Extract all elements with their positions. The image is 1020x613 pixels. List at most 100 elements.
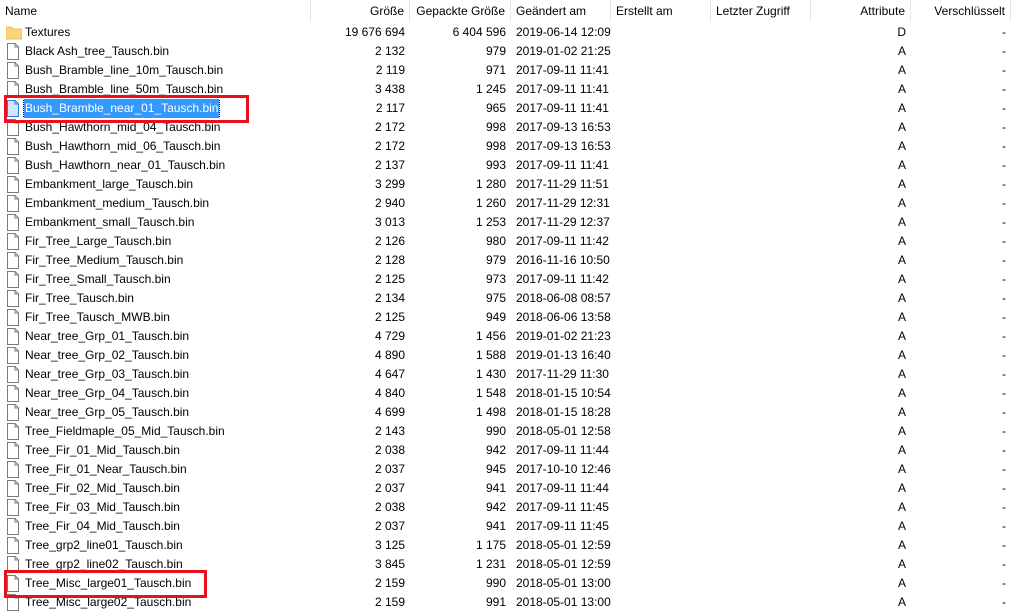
name-cell[interactable]: Fir_Tree_Small_Tausch.bin — [6, 270, 306, 289]
packed-size-cell: 942 — [485, 500, 506, 514]
name-cell[interactable]: Fir_Tree_Large_Tausch.bin — [6, 232, 306, 251]
name-cell[interactable]: Textures — [6, 23, 306, 42]
name-cell[interactable]: Black Ash_tree_Tausch.bin — [6, 42, 306, 61]
file-row[interactable]: Near_tree_Grp_01_Tausch.bin 4 729 1 456 201… — [0, 327, 1020, 346]
modified-cell: 2017-11-29 12:31 — [516, 196, 610, 210]
name-cell[interactable]: Tree_Fir_02_Mid_Tausch.bin — [6, 479, 306, 498]
file-row[interactable]: Bush_Hawthorn_near_01_Tausch.bin 2 137 993… — [0, 156, 1020, 175]
column-header-packed-size[interactable]: Gepackte Größe — [410, 0, 511, 22]
encrypted-cell: - — [1002, 101, 1006, 115]
last-access-cell — [711, 422, 811, 441]
file-row[interactable]: Embankment_large_Tausch.bin 3 299 1 280 201… — [0, 175, 1020, 194]
name-cell[interactable]: Bush_Hawthorn_mid_04_Tausch.bin — [6, 118, 306, 137]
name-cell[interactable]: Near_tree_Grp_05_Tausch.bin — [6, 403, 306, 422]
file-row[interactable]: Fir_Tree_Small_Tausch.bin 2 125 973 2017-09… — [0, 270, 1020, 289]
file-row[interactable]: Tree_Fir_01_Mid_Tausch.bin 2 038 942 2017-0… — [0, 441, 1020, 460]
column-header-attributes[interactable]: Attribute — [811, 0, 911, 22]
name-cell[interactable]: Near_tree_Grp_03_Tausch.bin — [6, 365, 306, 384]
packed-size-cell: 975 — [485, 291, 506, 305]
name-cell[interactable]: Fir_Tree_Tausch.bin — [6, 289, 306, 308]
attributes-cell: A — [897, 519, 906, 533]
packed-size-cell: 1 253 — [475, 215, 506, 229]
name-cell[interactable]: Fir_Tree_Tausch_MWB.bin — [6, 308, 306, 327]
size-cell: 2 137 — [374, 158, 405, 172]
column-header-last-access[interactable]: Letzter Zugriff — [711, 0, 811, 22]
file-row[interactable]: Near_tree_Grp_04_Tausch.bin 4 840 1 548 201… — [0, 384, 1020, 403]
file-row[interactable]: Tree_Fieldmaple_05_Mid_Tausch.bin 2 143 99… — [0, 422, 1020, 441]
file-row[interactable]: Bush_Bramble_line_50m_Tausch.bin 3 438 1 2… — [0, 80, 1020, 99]
file-row[interactable]: Near_tree_Grp_05_Tausch.bin 4 699 1 498 201… — [0, 403, 1020, 422]
file-row[interactable]: Tree_Fir_03_Mid_Tausch.bin 2 038 942 2017-0… — [0, 498, 1020, 517]
name-cell[interactable]: Tree_Misc_large01_Tausch.bin — [6, 574, 306, 593]
name-cell[interactable]: Tree_Fir_01_Near_Tausch.bin — [6, 460, 306, 479]
name-cell[interactable]: Bush_Hawthorn_near_01_Tausch.bin — [6, 156, 306, 175]
name-cell[interactable]: Near_tree_Grp_02_Tausch.bin — [6, 346, 306, 365]
modified-cell: 2018-01-15 10:54 — [516, 386, 611, 400]
name-cell[interactable]: Bush_Bramble_line_50m_Tausch.bin — [6, 80, 306, 99]
created-cell — [611, 270, 711, 289]
size-cell: 2 038 — [374, 500, 405, 514]
name-cell[interactable]: Near_tree_Grp_01_Tausch.bin — [6, 327, 306, 346]
modified-cell: 2017-09-11 11:41 — [516, 158, 609, 172]
attributes-cell: A — [897, 576, 906, 590]
file-row[interactable]: Bush_Hawthorn_mid_04_Tausch.bin 2 172 998 2… — [0, 118, 1020, 137]
size-cell: 2 125 — [374, 310, 405, 324]
name-cell[interactable]: Tree_Fir_03_Mid_Tausch.bin — [6, 498, 306, 517]
file-row[interactable]: Bush_Bramble_near_01_Tausch.bin 2 117 965 2… — [0, 99, 1020, 118]
packed-size-cell: 1 231 — [475, 557, 506, 571]
name-cell[interactable]: Near_tree_Grp_04_Tausch.bin — [6, 384, 306, 403]
file-row[interactable]: Embankment_medium_Tausch.bin 2 940 1 260 20… — [0, 194, 1020, 213]
name-cell[interactable]: Tree_Misc_large02_Tausch.bin — [6, 593, 306, 612]
created-cell — [611, 365, 711, 384]
size-cell: 2 132 — [374, 44, 405, 58]
file-row[interactable]: Tree_Fir_01_Near_Tausch.bin 2 037 945 2017-… — [0, 460, 1020, 479]
file-row[interactable]: Embankment_small_Tausch.bin 3 013 1 253 201… — [0, 213, 1020, 232]
name-cell[interactable]: Bush_Bramble_line_10m_Tausch.bin — [6, 61, 306, 80]
name-cell[interactable]: Embankment_small_Tausch.bin — [6, 213, 306, 232]
file-row[interactable]: Fir_Tree_Large_Tausch.bin 2 126 980 2017-09… — [0, 232, 1020, 251]
name-cell[interactable]: Tree_grp2_line01_Tausch.bin — [6, 536, 306, 555]
name-cell[interactable]: Embankment_medium_Tausch.bin — [6, 194, 306, 213]
name-cell[interactable]: Tree_Fir_01_Mid_Tausch.bin — [6, 441, 306, 460]
name-cell[interactable]: Tree_grp2_line02_Tausch.bin — [6, 555, 306, 574]
file-row[interactable]: Fir_Tree_Medium_Tausch.bin 2 128 979 2016-1… — [0, 251, 1020, 270]
column-header-encrypted[interactable]: Verschlüsselt — [911, 0, 1011, 22]
packed-size-cell: 941 — [485, 481, 506, 495]
name-cell[interactable]: Tree_Fieldmaple_05_Mid_Tausch.bin — [6, 422, 306, 441]
column-header-modified[interactable]: Geändert am — [511, 0, 611, 22]
name-cell[interactable]: Embankment_large_Tausch.bin — [6, 175, 306, 194]
file-row[interactable]: Black Ash_tree_Tausch.bin 2 132 979 2019-01… — [0, 42, 1020, 61]
name-cell[interactable]: Bush_Hawthorn_mid_06_Tausch.bin — [6, 137, 306, 156]
file-row[interactable]: Tree_grp2_line01_Tausch.bin 3 125 1 175 201… — [0, 536, 1020, 555]
encrypted-cell: - — [1002, 500, 1006, 514]
created-cell — [611, 498, 711, 517]
created-cell — [611, 42, 711, 61]
column-header-size[interactable]: Größe — [311, 0, 410, 22]
size-cell: 2 037 — [374, 481, 405, 495]
file-row[interactable]: Near_tree_Grp_03_Tausch.bin 4 647 1 430 201… — [0, 365, 1020, 384]
column-header-name[interactable]: Name — [0, 0, 311, 22]
file-row[interactable]: Tree_Misc_large01_Tausch.bin 2 159 990 2018… — [0, 574, 1020, 593]
last-access-cell — [711, 365, 811, 384]
file-row[interactable]: Tree_Fir_04_Mid_Tausch.bin 2 037 941 2017-0… — [0, 517, 1020, 536]
file-row[interactable]: Bush_Hawthorn_mid_06_Tausch.bin 2 172 998 2… — [0, 137, 1020, 156]
file-row[interactable]: Fir_Tree_Tausch_MWB.bin 2 125 949 2018-06-0… — [0, 308, 1020, 327]
file-name: Near_tree_Grp_04_Tausch.bin — [25, 386, 190, 400]
last-access-cell — [711, 156, 811, 175]
encrypted-cell: - — [1002, 386, 1006, 400]
file-row[interactable]: Tree_grp2_line02_Tausch.bin 3 845 1 231 201… — [0, 555, 1020, 574]
created-cell — [611, 346, 711, 365]
file-row[interactable]: Tree_Misc_large02_Tausch.bin 2 159 991 2018… — [0, 593, 1020, 612]
file-row[interactable]: Fir_Tree_Tausch.bin 2 134 975 2018-06-08 08… — [0, 289, 1020, 308]
file-icon — [6, 366, 20, 383]
name-cell[interactable]: Fir_Tree_Medium_Tausch.bin — [6, 251, 306, 270]
name-cell[interactable]: Bush_Bramble_near_01_Tausch.bin — [6, 99, 306, 118]
name-cell[interactable]: Tree_Fir_04_Mid_Tausch.bin — [6, 517, 306, 536]
encrypted-cell: - — [1002, 367, 1006, 381]
encrypted-cell: - — [1002, 82, 1006, 96]
folder-row[interactable]: Textures 19 676 694 6 404 596 2019-06-14 12… — [0, 23, 1020, 42]
file-row[interactable]: Near_tree_Grp_02_Tausch.bin 4 890 1 588 201… — [0, 346, 1020, 365]
file-row[interactable]: Tree_Fir_02_Mid_Tausch.bin 2 037 941 2017-0… — [0, 479, 1020, 498]
column-header-created[interactable]: Erstellt am — [611, 0, 711, 22]
file-row[interactable]: Bush_Bramble_line_10m_Tausch.bin 2 119 971… — [0, 61, 1020, 80]
